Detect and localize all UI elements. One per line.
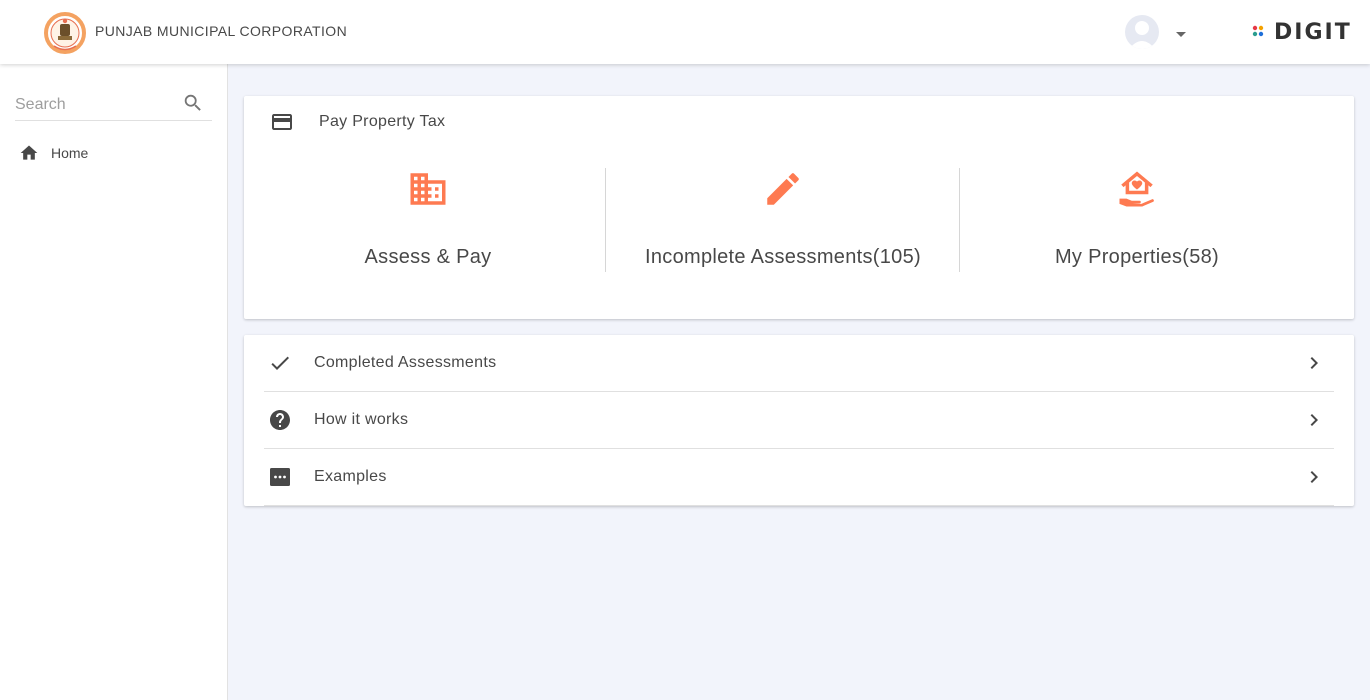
- list-item-examples[interactable]: Examples: [264, 449, 1334, 506]
- sidebar-item-home[interactable]: Home: [15, 140, 215, 166]
- chevron-right-icon: [1302, 408, 1326, 432]
- user-avatar-icon[interactable]: [1125, 15, 1159, 49]
- help-circle-icon: [268, 408, 292, 432]
- search-icon[interactable]: [182, 92, 204, 114]
- list-item-how-it-works[interactable]: How it works: [264, 392, 1334, 449]
- assess-and-pay-tile[interactable]: Assess & Pay: [251, 168, 605, 272]
- home-in-hand-icon: [1116, 168, 1158, 210]
- building-icon: [407, 168, 449, 210]
- list-item-completed-assessments[interactable]: Completed Assessments: [264, 335, 1334, 392]
- sidebar: Home: [0, 64, 228, 700]
- list-item-label: How it works: [314, 411, 409, 428]
- card-title: Pay Property Tax: [319, 113, 446, 130]
- sidebar-search: [15, 90, 212, 121]
- more-box-icon: [268, 465, 292, 489]
- caret-down-icon[interactable]: [1174, 27, 1188, 41]
- sidebar-item-label: Home: [51, 145, 89, 161]
- digit-dots-icon: [1252, 25, 1264, 37]
- chevron-right-icon: [1302, 465, 1326, 489]
- credit-card-icon: [270, 110, 294, 134]
- punjab-emblem-logo: [44, 8, 86, 58]
- top-app-bar: PUNJAB MUNICIPAL CORPORATION DIGIT: [0, 0, 1370, 64]
- tile-label: Incomplete Assessments(105): [644, 246, 921, 268]
- info-list-card: Completed Assessments How it works Examp…: [244, 335, 1354, 506]
- search-input[interactable]: [15, 94, 175, 116]
- incomplete-assessments-tile[interactable]: Incomplete Assessments(105): [606, 168, 960, 272]
- brand-name: DIGIT: [1274, 19, 1352, 45]
- org-name: PUNJAB MUNICIPAL CORPORATION: [95, 23, 348, 39]
- tile-label: My Properties(58): [1054, 246, 1220, 268]
- divider: [264, 505, 1334, 506]
- pencil-icon: [762, 168, 804, 210]
- pay-property-tax-card: Pay Property Tax Assess & Pay Incomplete…: [244, 96, 1354, 319]
- home-icon: [19, 143, 39, 163]
- check-icon: [268, 351, 292, 375]
- my-properties-tile[interactable]: My Properties(58): [960, 168, 1314, 272]
- chevron-right-icon: [1302, 351, 1326, 375]
- list-item-label: Examples: [314, 468, 387, 485]
- digit-logo: DIGIT: [1252, 18, 1352, 46]
- tile-label: Assess & Pay: [364, 246, 492, 268]
- list-item-label: Completed Assessments: [314, 354, 497, 371]
